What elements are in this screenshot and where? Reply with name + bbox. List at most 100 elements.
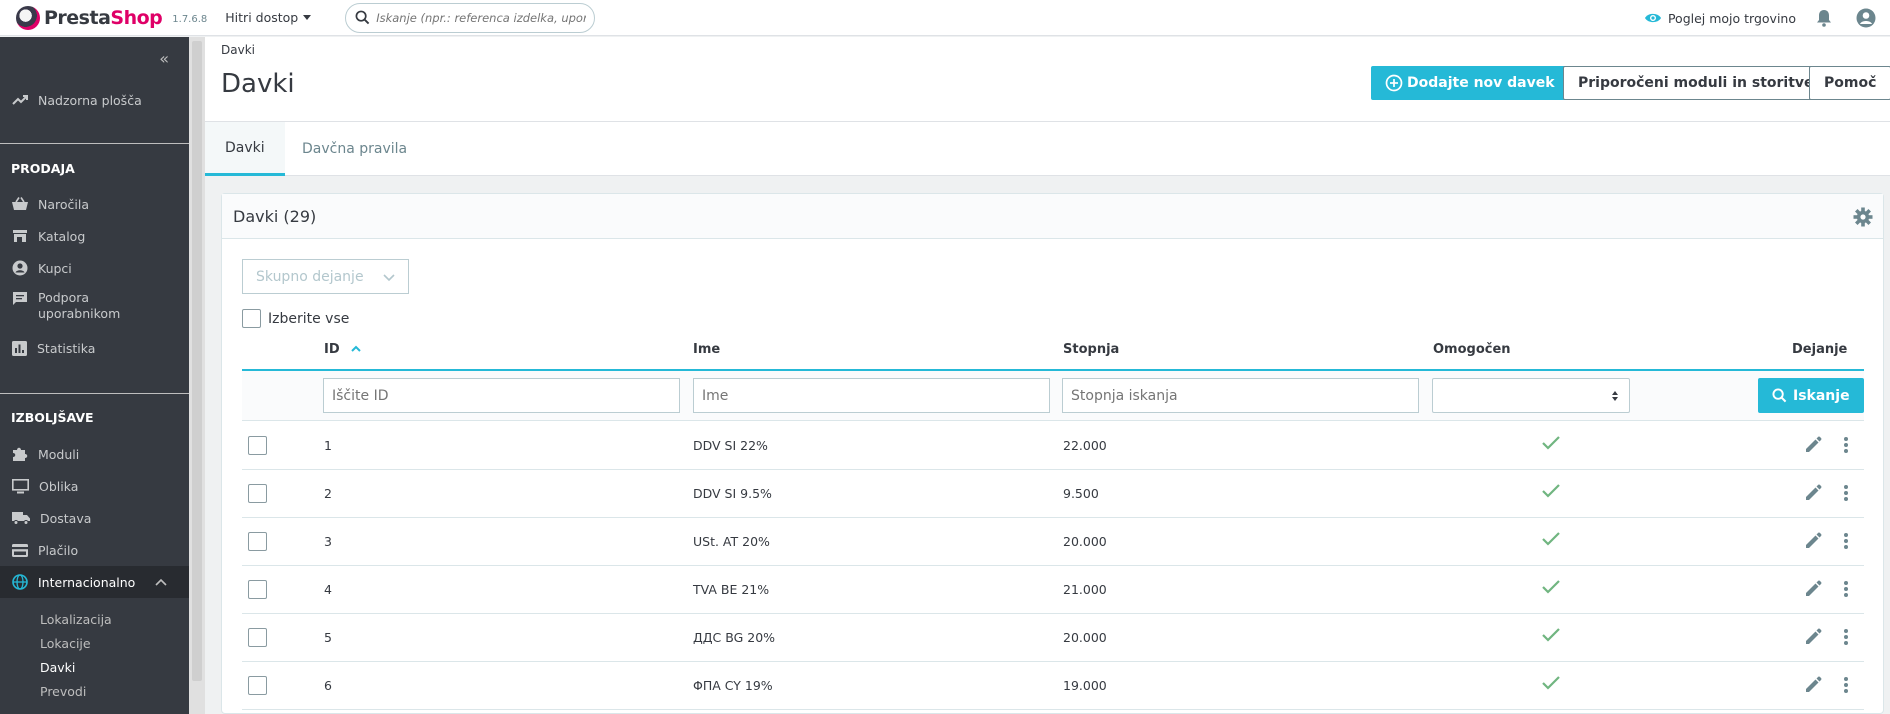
sidebar-item-customers[interactable]: Kupci: [0, 258, 189, 278]
column-rate-label: Stopnja: [1063, 342, 1120, 357]
gear-icon[interactable]: [1853, 207, 1873, 227]
sidebar-item-stats[interactable]: Statistika: [0, 338, 189, 358]
row-checkbox[interactable]: [248, 580, 267, 599]
edit-pencil-icon[interactable]: [1805, 436, 1822, 453]
column-header-id[interactable]: ID: [324, 342, 362, 357]
enabled-check-icon[interactable]: [1541, 531, 1561, 547]
sidebar-item-support[interactable]: Podpora uporabnikom: [0, 290, 189, 324]
tab-label: Davčna pravila: [302, 141, 408, 157]
table-row[interactable]: 5 ДДС BG 20% 20.000: [242, 614, 1864, 662]
edit-pencil-icon[interactable]: [1805, 628, 1822, 645]
select-all-checkbox[interactable]: [242, 309, 261, 328]
tab-taxes[interactable]: Davki: [205, 122, 285, 176]
sidebar-item-international[interactable]: Internacionalno: [0, 566, 189, 598]
sidebar-collapse-icon[interactable]: «: [159, 49, 169, 68]
more-vertical-icon[interactable]: [1843, 436, 1849, 454]
sidebar-item-label: Kupci: [38, 260, 72, 276]
sidebar: « Nadzorna plošča PRODAJA Naročila Katal…: [0, 37, 189, 714]
sort-ascending-icon[interactable]: [350, 345, 362, 353]
column-header-rate[interactable]: Stopnja: [1063, 342, 1119, 357]
truck-icon: [12, 512, 30, 525]
page-title: Davki: [221, 69, 295, 99]
edit-pencil-icon[interactable]: [1805, 484, 1822, 501]
table-row[interactable]: 6 ΦΠΑ CY 19% 19.000: [242, 662, 1864, 710]
chevron-up-icon: [155, 578, 167, 586]
sidebar-item-label: Dostava: [40, 510, 92, 526]
support-label-line2: uporabnikom: [38, 306, 121, 321]
header-search-input[interactable]: [376, 10, 587, 25]
sidebar-subitem-taxes[interactable]: Davki: [40, 660, 75, 675]
table-row[interactable]: 2 DDV SI 9.5% 9.500: [242, 470, 1864, 518]
more-vertical-icon[interactable]: [1843, 580, 1849, 598]
enabled-check-icon[interactable]: [1541, 483, 1561, 499]
view-shop-link[interactable]: Poglej mojo trgovino: [1644, 11, 1796, 26]
sidebar-item-modules[interactable]: Moduli: [0, 444, 189, 464]
store-icon: [13, 230, 27, 242]
column-header-name[interactable]: Ime: [693, 342, 720, 357]
cell-id: 6: [324, 678, 332, 693]
edit-pencil-icon[interactable]: [1805, 676, 1822, 693]
tab-label: Davki: [225, 139, 265, 156]
filter-enabled-select[interactable]: [1432, 378, 1630, 413]
cell-name: USt. AT 20%: [693, 534, 770, 549]
enabled-check-icon[interactable]: [1541, 435, 1561, 451]
tab-tax-rules[interactable]: Davčna pravila: [282, 122, 427, 176]
prestashop-logo[interactable]: PrestaShop: [16, 5, 163, 30]
sidebar-subitem-locations[interactable]: Lokacije: [40, 636, 91, 651]
select-all[interactable]: Izberite vse: [242, 309, 349, 328]
filter-rate-input[interactable]: [1062, 378, 1419, 413]
enabled-check-icon[interactable]: [1541, 579, 1561, 595]
scrollbar-thumb[interactable]: [192, 41, 202, 681]
table-row[interactable]: 1 DDV SI 22% 22.000: [242, 422, 1864, 470]
row-checkbox[interactable]: [248, 436, 267, 455]
filter-id-input[interactable]: [323, 378, 680, 413]
sidebar-item-label: Statistika: [37, 340, 96, 356]
sidebar-item-label: Katalog: [38, 228, 86, 244]
sidebar-subitem-localization[interactable]: Lokalizacija: [40, 612, 112, 627]
sidebar-item-shipping[interactable]: Dostava: [0, 508, 189, 528]
enabled-check-icon[interactable]: [1541, 675, 1561, 691]
sidebar-item-payment[interactable]: Plačilo: [0, 540, 189, 560]
breadcrumb[interactable]: Davki: [221, 43, 255, 57]
more-vertical-icon[interactable]: [1843, 628, 1849, 646]
bulk-actions-dropdown[interactable]: Skupno dejanje: [242, 259, 409, 294]
sidebar-item-catalog[interactable]: Katalog: [0, 226, 189, 246]
prestashop-puffin-icon: [16, 5, 40, 30]
row-checkbox[interactable]: [248, 484, 267, 503]
sidebar-subitem-translations[interactable]: Prevodi: [40, 684, 86, 699]
edit-pencil-icon[interactable]: [1805, 580, 1822, 597]
more-vertical-icon[interactable]: [1843, 676, 1849, 694]
table-row[interactable]: 4 TVA BE 21% 21.000: [242, 566, 1864, 614]
column-header-enabled[interactable]: Omogočen: [1433, 342, 1511, 357]
row-checkbox[interactable]: [248, 628, 267, 647]
filter-name-input[interactable]: [693, 378, 1050, 413]
desktop-icon: [12, 478, 29, 493]
sidebar-item-orders[interactable]: Naročila: [0, 194, 189, 214]
cell-id: 3: [324, 534, 332, 549]
enabled-check-icon[interactable]: [1541, 627, 1561, 643]
recommended-modules-button[interactable]: Priporočeni moduli in storitve: [1563, 66, 1829, 100]
sidebar-item-design[interactable]: Oblika: [0, 476, 189, 496]
table-row[interactable]: 3 USt. AT 20% 20.000: [242, 518, 1864, 566]
sidebar-scrollbar[interactable]: [189, 37, 205, 714]
quick-access-dropdown[interactable]: Hitri dostop: [225, 10, 312, 25]
help-button[interactable]: Pomoč: [1809, 66, 1890, 100]
account-circle-icon: [12, 260, 28, 276]
sidebar-item-label: Oblika: [39, 478, 79, 494]
more-vertical-icon[interactable]: [1843, 484, 1849, 502]
edit-pencil-icon[interactable]: [1805, 532, 1822, 549]
row-checkbox[interactable]: [248, 532, 267, 551]
column-name-label: Ime: [693, 342, 721, 357]
search-button[interactable]: Iskanje: [1758, 378, 1864, 413]
trending-up-icon: [12, 95, 28, 105]
credit-card-icon: [12, 543, 28, 557]
sidebar-item-label: Internacionalno: [38, 574, 136, 590]
sidebar-item-dashboard[interactable]: Nadzorna plošča: [0, 89, 189, 111]
row-checkbox[interactable]: [248, 676, 267, 695]
search-icon: [355, 10, 370, 25]
support-label-line1: Podpora: [38, 290, 90, 305]
user-account-icon[interactable]: [1856, 8, 1876, 28]
notifications-bell-icon[interactable]: [1816, 9, 1832, 27]
more-vertical-icon[interactable]: [1843, 532, 1849, 550]
add-tax-button[interactable]: Dodajte nov davek: [1371, 66, 1569, 100]
